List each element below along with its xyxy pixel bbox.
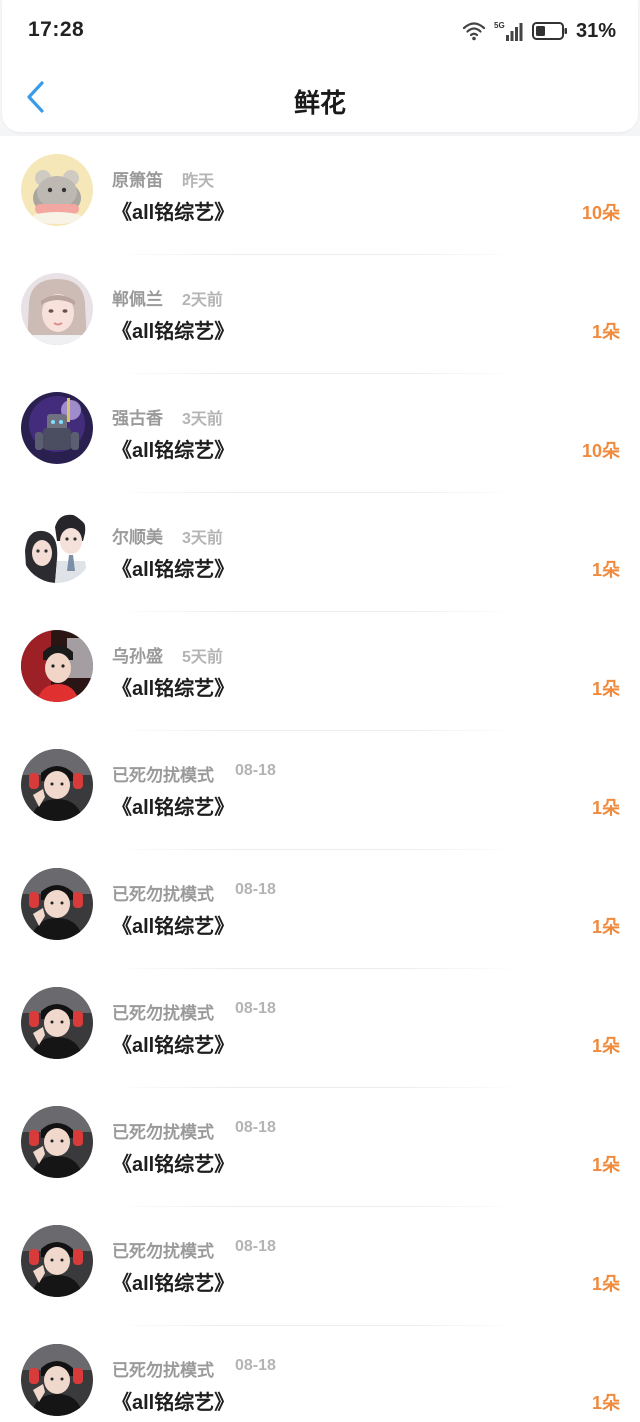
flower-list: 原箫笛 昨天 《all铭综艺》 10朵 郸佩兰 2天前 《all铭综艺》 1朵: [0, 136, 640, 1422]
status-bar: 17:28 5G 31%: [0, 0, 640, 62]
user-name: 强古香: [112, 409, 163, 428]
list-item[interactable]: 已死勿扰模式 08-18 《all铭综艺》 1朵: [0, 1326, 640, 1422]
work-title[interactable]: 《all铭综艺》: [112, 1267, 234, 1296]
flower-count: 1朵: [591, 917, 620, 937]
timestamp: 08-18: [235, 1119, 276, 1136]
wifi-icon: [462, 21, 486, 41]
couple-avatar[interactable]: [21, 511, 93, 583]
selfie-avatar[interactable]: [21, 749, 93, 821]
user-name: 已死勿扰模式: [112, 1123, 214, 1142]
selfie-avatar[interactable]: [21, 868, 93, 940]
user-name: 已死勿扰模式: [112, 1242, 214, 1261]
user-name: 尔顺美: [112, 528, 163, 547]
work-title[interactable]: 《all铭综艺》: [112, 791, 234, 820]
top-area: 17:28 5G 31% 鲜花: [0, 0, 640, 132]
selfie-avatar[interactable]: [21, 1225, 93, 1297]
list-item[interactable]: 已死勿扰模式 08-18 《all铭综艺》 1朵: [0, 1207, 640, 1326]
battery-icon: [531, 21, 568, 41]
selfie-avatar[interactable]: [21, 1106, 93, 1178]
list-item[interactable]: 强古香 3天前 《all铭综艺》 10朵: [0, 374, 640, 493]
network-label: 5G: [494, 21, 505, 30]
navigation-bar: 鲜花: [0, 66, 640, 130]
status-icons: 5G 31%: [462, 18, 616, 44]
timestamp: 3天前: [182, 530, 223, 547]
work-title[interactable]: 《all铭综艺》: [112, 315, 234, 344]
flower-count: 1朵: [591, 1036, 620, 1056]
work-title[interactable]: 《all铭综艺》: [112, 1386, 234, 1415]
list-item[interactable]: 已死勿扰模式 08-18 《all铭综艺》 1朵: [0, 850, 640, 969]
boy-avatar[interactable]: [21, 630, 93, 702]
flower-count: 1朵: [591, 1274, 620, 1294]
timestamp: 08-18: [235, 762, 276, 779]
flower-count: 1朵: [591, 560, 620, 580]
work-title[interactable]: 《all铭综艺》: [112, 910, 234, 939]
timestamp: 5天前: [182, 649, 223, 666]
list-item[interactable]: 郸佩兰 2天前 《all铭综艺》 1朵: [0, 255, 640, 374]
user-name: 已死勿扰模式: [112, 766, 214, 785]
work-title[interactable]: 《all铭综艺》: [112, 434, 234, 463]
timestamp: 2天前: [182, 292, 223, 309]
selfie-avatar[interactable]: [21, 1344, 93, 1416]
status-time: 17:28: [28, 18, 85, 41]
timestamp: 昨天: [182, 173, 215, 190]
user-name: 已死勿扰模式: [112, 1004, 214, 1023]
flower-count: 10朵: [581, 441, 620, 461]
user-name: 已死勿扰模式: [112, 885, 214, 904]
timestamp: 08-18: [235, 881, 276, 898]
timestamp: 3天前: [182, 411, 223, 428]
list-item[interactable]: 原箫笛 昨天 《all铭综艺》 10朵: [0, 136, 640, 255]
flower-count: 10朵: [581, 203, 620, 223]
list-item[interactable]: 已死勿扰模式 08-18 《all铭综艺》 1朵: [0, 731, 640, 850]
page-title: 鲜花: [293, 88, 346, 118]
work-title[interactable]: 《all铭综艺》: [112, 553, 234, 582]
timestamp: 08-18: [235, 1238, 276, 1255]
flower-count: 1朵: [591, 1155, 620, 1175]
work-title[interactable]: 《all铭综艺》: [112, 1148, 234, 1177]
work-title[interactable]: 《all铭综艺》: [112, 1029, 234, 1058]
flower-count: 1朵: [591, 679, 620, 699]
timestamp: 08-18: [235, 1357, 276, 1374]
user-name: 已死勿扰模式: [112, 1361, 214, 1380]
flower-count: 1朵: [591, 1393, 620, 1413]
robot-avatar[interactable]: [21, 392, 93, 464]
flower-count: 1朵: [591, 322, 620, 342]
signal-icon: 5G: [494, 20, 524, 42]
battery-percent: 31%: [575, 19, 616, 42]
user-name: 乌孙盛: [112, 647, 163, 666]
list-item[interactable]: 尔顺美 3天前 《all铭综艺》 1朵: [0, 493, 640, 612]
list-item[interactable]: 已死勿扰模式 08-18 《all铭综艺》 1朵: [0, 1088, 640, 1207]
user-name: 原箫笛: [112, 171, 163, 190]
flower-count: 1朵: [591, 798, 620, 818]
work-title[interactable]: 《all铭综艺》: [112, 672, 234, 701]
timestamp: 08-18: [235, 1000, 276, 1017]
selfie-avatar[interactable]: [21, 987, 93, 1059]
user-name: 郸佩兰: [112, 290, 163, 309]
list-item[interactable]: 乌孙盛 5天前 《all铭综艺》 1朵: [0, 612, 640, 731]
work-title[interactable]: 《all铭综艺》: [112, 196, 234, 225]
list-item[interactable]: 已死勿扰模式 08-18 《all铭综艺》 1朵: [0, 969, 640, 1088]
hamster-avatar[interactable]: [21, 154, 93, 226]
girl-avatar[interactable]: [21, 273, 93, 345]
